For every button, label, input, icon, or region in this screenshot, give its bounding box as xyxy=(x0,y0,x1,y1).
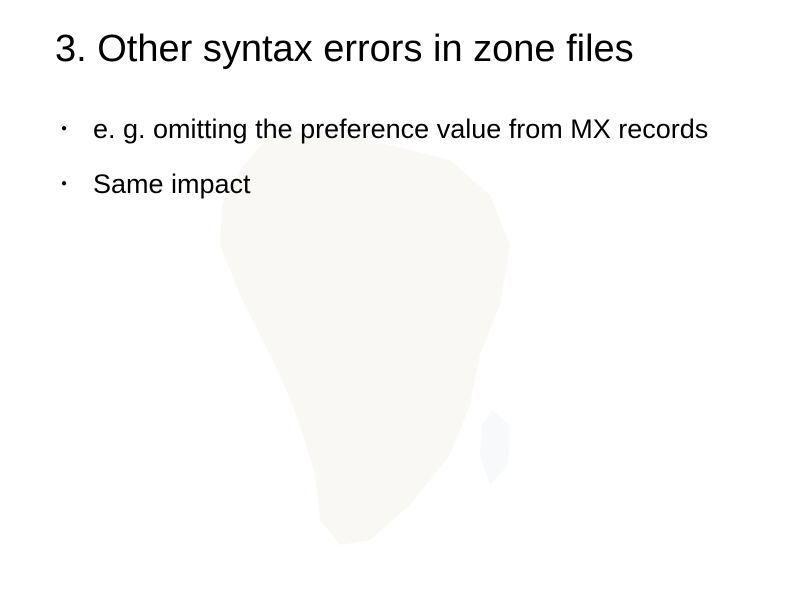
list-item-text: e. g. omitting the preference value from… xyxy=(93,114,708,144)
bullet-list: e. g. omitting the preference value from… xyxy=(0,113,794,201)
list-item: Same impact xyxy=(55,168,734,201)
list-item: e. g. omitting the preference value from… xyxy=(55,113,734,146)
slide-title: 3. Other syntax errors in zone files xyxy=(0,0,794,91)
slide: 3. Other syntax errors in zone files e. … xyxy=(0,0,794,595)
list-item-text: Same impact xyxy=(93,169,251,199)
